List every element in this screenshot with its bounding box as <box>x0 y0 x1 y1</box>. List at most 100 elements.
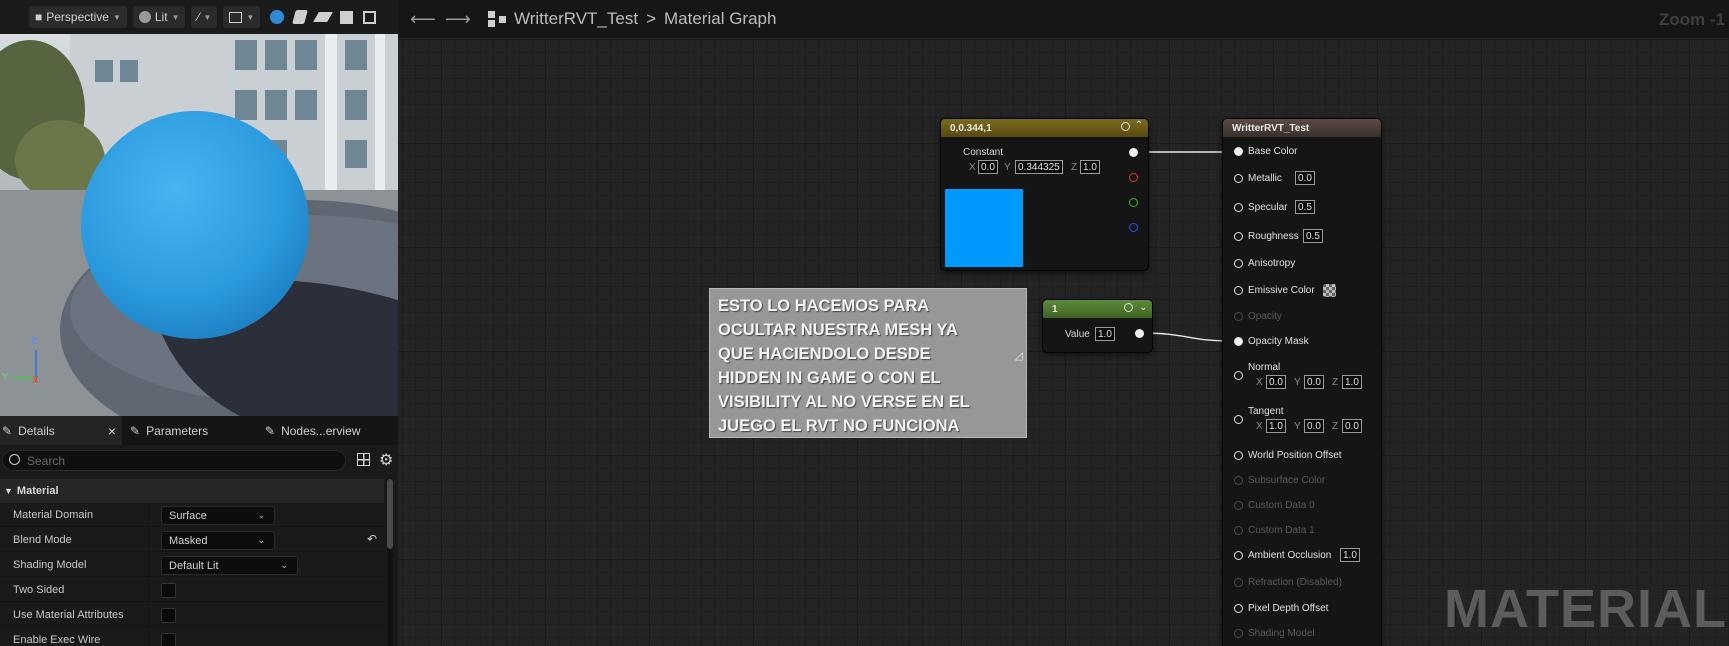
material-result-header[interactable]: WritterRVT_Test <box>1223 119 1381 137</box>
tangent-z-field[interactable]: 0.0 <box>1342 419 1362 433</box>
roughness-input[interactable]: Roughness 0.5 <box>1223 228 1381 248</box>
roughness-value-field[interactable]: 0.5 <box>1303 229 1323 243</box>
output-pin[interactable] <box>1135 329 1144 338</box>
shading-model-input[interactable]: Shading Model <box>1223 625 1381 645</box>
material-domain-dropdown[interactable]: Surface ⌄ <box>161 506 275 525</box>
preview-cube-icon[interactable] <box>340 10 354 24</box>
input-pin[interactable] <box>1234 371 1243 380</box>
close-icon[interactable]: × <box>108 423 116 439</box>
custom-data-1-input[interactable]: Custom Data 1 <box>1223 522 1381 542</box>
input-pin[interactable] <box>1234 203 1243 212</box>
view-mode-dropdown[interactable]: Lit ▼ <box>132 6 186 28</box>
normal-input[interactable]: Normal X 0.0 Y 0.0 Z 1.0 <box>1223 359 1381 395</box>
details-panel: ✎ Details × ✎ Parameters ✎ Nodes...ervie… <box>0 416 398 646</box>
input-pin[interactable] <box>1234 286 1243 295</box>
normal-x-field[interactable]: 0.0 <box>1266 375 1286 389</box>
base-color-input[interactable]: Base Color <box>1223 143 1381 163</box>
enable-exec-wire-checkbox[interactable] <box>161 633 176 646</box>
search-input[interactable]: Search <box>2 450 346 471</box>
constant-node[interactable]: 1 ⌄ Value 1.0 <box>1043 300 1152 352</box>
settings-gear-icon[interactable]: ⚙ <box>379 450 393 470</box>
resize-grip-icon[interactable]: ◿ <box>1015 349 1023 362</box>
metallic-input[interactable]: Metallic 0.0 <box>1223 170 1381 190</box>
input-pin[interactable] <box>1234 259 1243 268</box>
output-r-pin[interactable] <box>1129 173 1138 182</box>
refraction-input[interactable]: Refraction (Disabled) <box>1223 574 1381 594</box>
metallic-value-field[interactable]: 0.0 <box>1295 171 1315 185</box>
collapse-icon[interactable]: ⌃ <box>1135 120 1143 131</box>
blend-mode-dropdown[interactable]: Masked ⌄ <box>161 531 275 550</box>
preview-sphere-icon[interactable] <box>270 10 285 24</box>
constant3-node[interactable]: 0,0.344,1 ⌃ Constant X 0.0 Y 0.344325 Z … <box>941 119 1148 270</box>
input-pin[interactable] <box>1234 232 1243 241</box>
input-pin[interactable] <box>1234 604 1243 613</box>
specular-input[interactable]: Specular 0.5 <box>1223 199 1381 219</box>
tab-nodes-overview[interactable]: ✎ Nodes...erview <box>265 416 390 445</box>
chevron-down-icon[interactable]: ⌄ <box>1139 302 1147 313</box>
constant3-header[interactable]: 0,0.344,1 ⌃ <box>941 119 1148 137</box>
opacity-mask-input[interactable]: Opacity Mask <box>1223 333 1381 353</box>
value-field[interactable]: 1.0 <box>1095 327 1115 341</box>
emissive-color-input[interactable]: Emissive Color <box>1223 282 1381 302</box>
two-sided-checkbox[interactable] <box>161 583 176 598</box>
z-value-field[interactable]: 1.0 <box>1080 160 1100 174</box>
y-value-field[interactable]: 0.344325 <box>1015 160 1063 174</box>
tangent-input[interactable]: Tangent X 1.0 Y 0.0 Z 0.0 <box>1223 403 1381 439</box>
input-pin[interactable] <box>1234 501 1243 510</box>
use-material-attributes-checkbox[interactable] <box>161 608 176 623</box>
ao-value-field[interactable]: 1.0 <box>1340 548 1360 562</box>
input-pin[interactable] <box>1234 415 1243 424</box>
input-pin[interactable] <box>1234 526 1243 535</box>
reset-to-default-icon[interactable]: ↶ <box>367 532 377 546</box>
normal-z-field[interactable]: 1.0 <box>1342 375 1362 389</box>
preview-toggle-icon[interactable] <box>1124 303 1133 312</box>
tangent-x-field[interactable]: 1.0 <box>1266 419 1286 433</box>
preview-toggle-icon[interactable] <box>1121 122 1130 131</box>
opacity-input[interactable]: Opacity <box>1223 308 1381 328</box>
output-g-pin[interactable] <box>1129 198 1138 207</box>
pixel-depth-offset-input[interactable]: Pixel Depth Offset <box>1223 600 1381 620</box>
input-pin[interactable] <box>1234 337 1243 346</box>
output-b-pin[interactable] <box>1129 223 1138 232</box>
input-pin[interactable] <box>1234 312 1243 321</box>
material-section-header[interactable]: ▼ Material <box>0 479 384 503</box>
output-rgb-pin[interactable] <box>1129 148 1138 157</box>
scrollbar-thumb[interactable] <box>387 479 393 549</box>
preview-cylinder-icon[interactable] <box>292 10 309 24</box>
shading-model-dropdown[interactable]: Default Lit ⌄ <box>161 556 298 575</box>
screen-dropdown[interactable]: ▼ <box>223 6 261 28</box>
ambient-occlusion-input[interactable]: Ambient Occlusion 1.0 <box>1223 547 1381 567</box>
tab-parameters[interactable]: ✎ Parameters <box>130 416 250 445</box>
tab-details[interactable]: ✎ Details × <box>0 416 122 445</box>
custom-data-0-input[interactable]: Custom Data 0 <box>1223 497 1381 517</box>
comment-box[interactable]: ESTO LO HACEMOS PARA OCULTAR NUESTRA MES… <box>709 288 1027 438</box>
preview-plane-icon[interactable] <box>313 12 334 22</box>
input-pin[interactable] <box>1234 174 1243 183</box>
input-pin[interactable] <box>1234 578 1243 587</box>
details-scrollbar[interactable] <box>387 479 393 646</box>
subsurface-color-input[interactable]: Subsurface Color <box>1223 472 1381 492</box>
table-view-icon[interactable] <box>357 453 370 466</box>
tangent-y-field[interactable]: 0.0 <box>1304 419 1324 433</box>
show-flags-dropdown[interactable]: ⁄ ▼ <box>191 6 218 28</box>
input-pin[interactable] <box>1234 551 1243 560</box>
input-pin[interactable] <box>1234 629 1243 638</box>
normal-y-field[interactable]: 0.0 <box>1304 375 1324 389</box>
input-pin[interactable] <box>1234 476 1243 485</box>
material-graph-canvas[interactable]: ⟵ ⟶ WritterRVT_Test > Material Graph Zoo… <box>398 0 1729 646</box>
chevron-down-icon: ▼ <box>171 12 180 22</box>
preview-viewport[interactable]: Z Y X ■ Perspective ▼ Lit ▼ ⁄ ▼ ▼ <box>0 0 398 416</box>
input-pin[interactable] <box>1234 451 1243 460</box>
anisotropy-input[interactable]: Anisotropy <box>1223 255 1381 275</box>
world-position-offset-input[interactable]: World Position Offset <box>1223 447 1381 467</box>
specular-value-field[interactable]: 0.5 <box>1295 200 1315 214</box>
input-pin[interactable] <box>1234 147 1243 156</box>
material-result-node[interactable]: WritterRVT_Test Base Color Metallic 0.0 S… <box>1223 119 1381 646</box>
chevron-down-icon: ⌄ <box>257 535 265 545</box>
preview-mesh-icon[interactable] <box>363 10 377 24</box>
x-value-field[interactable]: 0.0 <box>978 160 998 174</box>
checker-swatch-icon[interactable] <box>1323 284 1336 297</box>
constant-header[interactable]: 1 ⌄ <box>1043 300 1152 318</box>
perspective-label: Perspective <box>46 10 109 24</box>
perspective-dropdown[interactable]: ■ Perspective ▼ <box>29 6 127 28</box>
